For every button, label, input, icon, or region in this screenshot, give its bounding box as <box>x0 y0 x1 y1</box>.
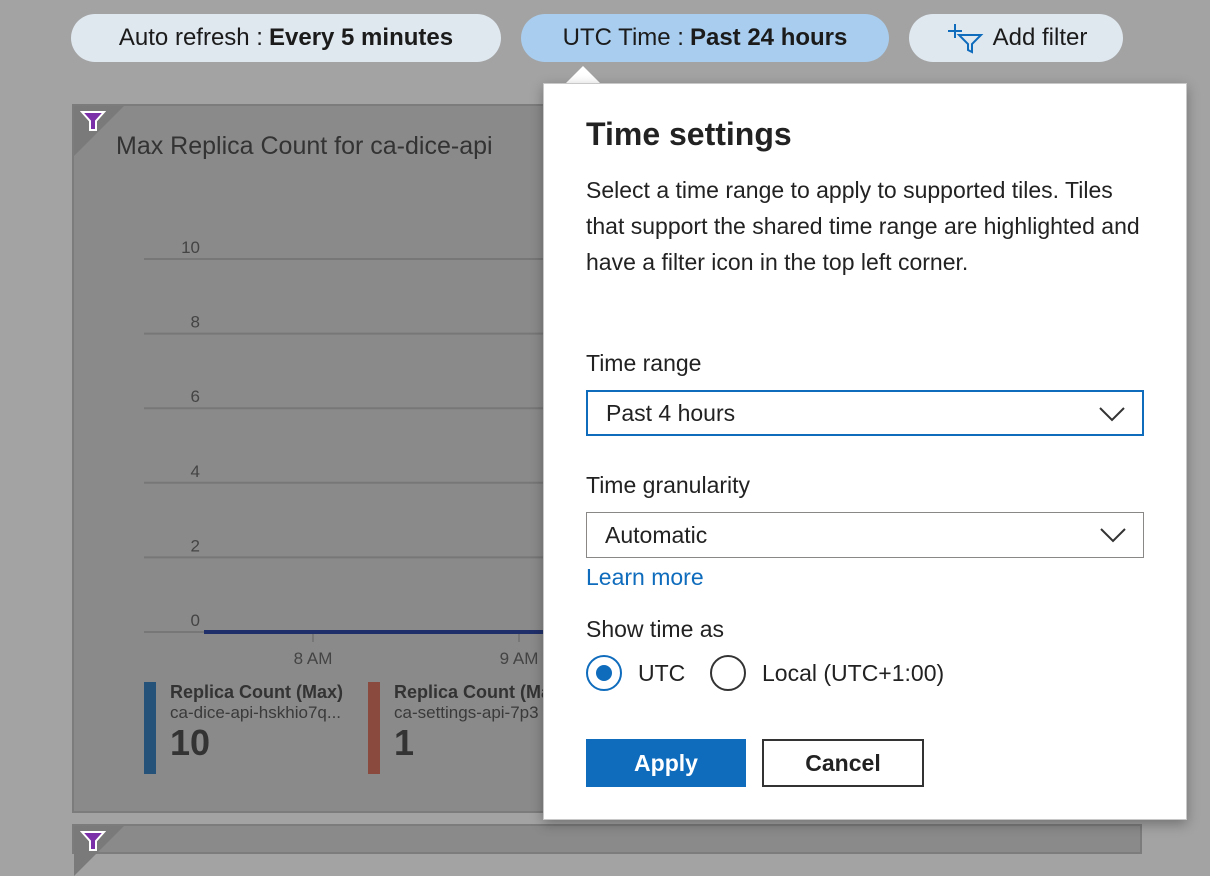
time-range-button[interactable]: UTC Time : Past 24 hours <box>521 14 889 62</box>
add-filter-icon <box>947 24 984 54</box>
panel-description: Select a time range to apply to supporte… <box>586 177 1140 275</box>
radio-label: Local (UTC+1:00) <box>762 659 945 686</box>
legend-resource: ca-dice-api-hskhio7q... <box>170 703 342 722</box>
radio-utc[interactable]: UTC <box>586 655 685 691</box>
time-range-value: Past 4 hours <box>606 399 736 426</box>
filter-icon <box>80 831 106 851</box>
legend-resource: ca-settings-api-7p3 <box>394 703 539 722</box>
legend-name: Replica Count (Max) <box>170 682 344 702</box>
learn-more-link[interactable]: Learn more <box>586 564 704 591</box>
time-settings-panel: Time settings Select a time range to app… <box>543 83 1187 820</box>
y-tick-label: 2 <box>191 536 200 555</box>
legend-name: Replica Count (Max <box>394 682 562 702</box>
chevron-down-icon <box>1099 407 1125 422</box>
y-tick-label: 10 <box>181 238 200 257</box>
radio-local[interactable]: Local (UTC+1:00) <box>710 655 944 691</box>
time-range-label: Time range <box>586 350 702 376</box>
radio-label: UTC <box>638 659 686 686</box>
cancel-button[interactable]: Cancel <box>762 739 924 787</box>
apply-button[interactable]: Apply <box>586 739 746 787</box>
replica-count-tile[interactable]: Max Replica Count for ca-dice-api 024681… <box>72 104 561 813</box>
add-filter-button[interactable]: Add filter <box>909 14 1123 62</box>
time-value: Past 24 hours <box>689 24 848 51</box>
auto-refresh-value: Every 5 minutes <box>268 24 454 51</box>
y-tick-label: 6 <box>191 387 200 406</box>
auto-refresh-label: Auto refresh : <box>118 24 263 51</box>
show-time-label: Show time as <box>586 616 725 642</box>
x-tick-label: 8 AM <box>294 649 333 668</box>
granularity-value: Automatic <box>605 521 708 548</box>
time-label: UTC Time : <box>562 24 684 51</box>
granularity-select[interactable]: Automatic <box>586 512 1144 558</box>
y-tick-label: 4 <box>191 462 200 481</box>
y-tick-label: 8 <box>191 313 200 332</box>
add-filter-label: Add filter <box>992 24 1088 51</box>
legend-item[interactable]: Replica Count (Max) ca-dice-api-hskhio7q… <box>144 682 343 774</box>
granularity-label: Time granularity <box>586 472 751 498</box>
y-tick-label: 0 <box>191 611 200 630</box>
second-tile[interactable] <box>72 824 1142 876</box>
auto-refresh-button[interactable]: Auto refresh : Every 5 minutes <box>71 14 501 62</box>
legend-value: 1 <box>394 722 415 763</box>
panel-title: Time settings <box>586 116 792 152</box>
radio-button[interactable] <box>710 655 746 691</box>
legend-item[interactable]: Replica Count (Max ca-settings-api-7p3 1 <box>368 682 561 774</box>
radio-button-checked[interactable] <box>586 655 622 691</box>
replica-chart: 0 2 4 6 8 10 8 AM 9 AM <box>144 238 554 668</box>
legend-value: 10 <box>170 722 211 763</box>
time-range-select[interactable]: Past 4 hours <box>586 390 1144 436</box>
x-tick-label: 9 AM <box>500 649 539 668</box>
popover-arrow <box>565 66 601 84</box>
chevron-down-icon <box>1100 528 1126 543</box>
